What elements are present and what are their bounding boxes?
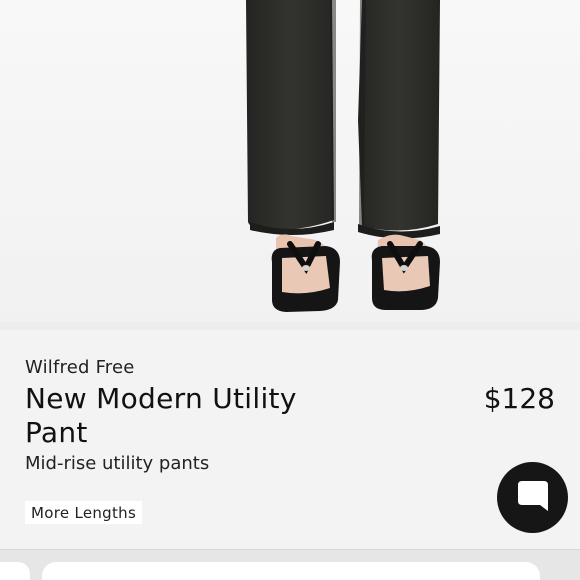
chat-bubble-icon — [516, 479, 550, 517]
more-lengths-badge[interactable]: More Lengths — [25, 501, 143, 524]
product-title[interactable]: New Modern Utility Pant — [25, 382, 325, 450]
product-image[interactable] — [0, 0, 580, 330]
recommendation-card[interactable] — [42, 562, 540, 580]
product-page: Wilfred Free New Modern Utility Pant $12… — [0, 0, 580, 580]
product-price: $128 — [483, 382, 555, 415]
product-photo — [0, 0, 580, 330]
brand-name[interactable]: Wilfred Free — [25, 357, 135, 378]
chat-button[interactable] — [497, 462, 568, 533]
recommendation-card-prev[interactable] — [0, 562, 30, 580]
product-subtitle: Mid-rise utility pants — [25, 453, 210, 474]
product-info: Wilfred Free New Modern Utility Pant $12… — [0, 330, 580, 550]
recommendations-strip — [0, 550, 580, 580]
